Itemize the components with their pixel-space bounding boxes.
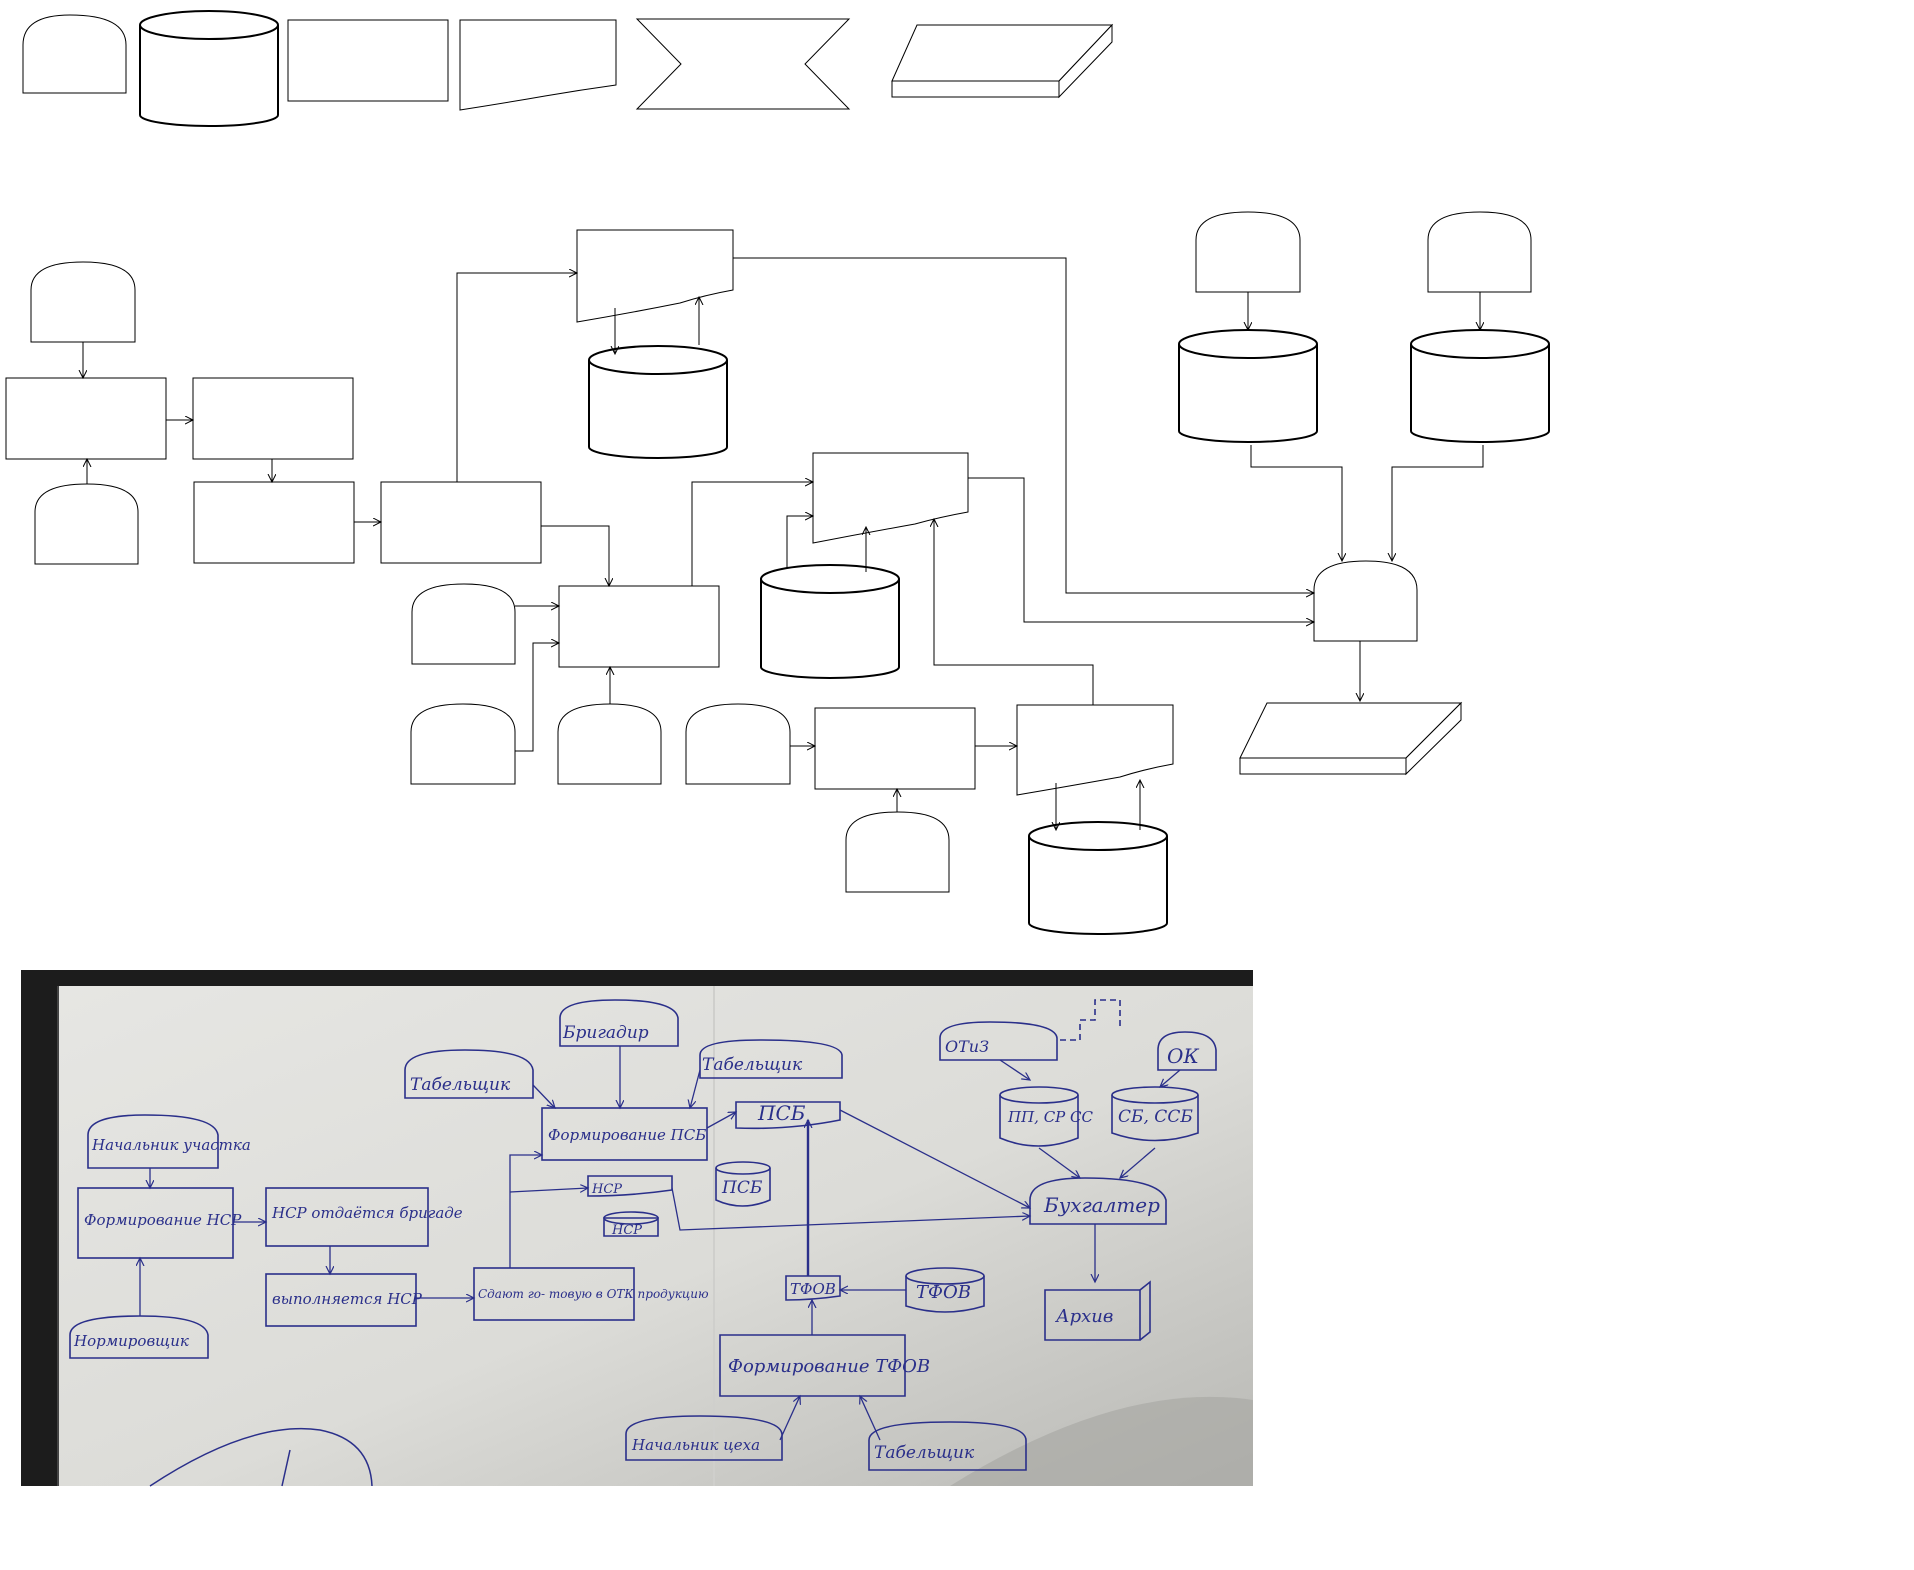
label-tabelshik-top: Табельщик bbox=[702, 1055, 803, 1075]
storage-psb bbox=[760, 564, 900, 679]
process-ncr-brigade bbox=[192, 377, 354, 460]
label-psb-store: ПСБ bbox=[721, 1178, 763, 1198]
manual-input-nachalnik-uchastka bbox=[30, 261, 136, 343]
label-ncr-store: НСР bbox=[611, 1223, 642, 1238]
main-flowchart bbox=[5, 211, 1550, 935]
storage-tfov bbox=[1028, 821, 1168, 935]
label-formirovanie-tfov: Формирование ТФОВ bbox=[728, 1356, 930, 1377]
process-formirovanie-tfov bbox=[814, 707, 976, 790]
archive-block bbox=[1239, 701, 1463, 776]
label-psb-doc: ПСБ bbox=[757, 1101, 806, 1125]
storage-cylinder-shape bbox=[139, 10, 279, 127]
document-psb bbox=[812, 452, 969, 544]
label-pp-sr: ПП, СР СС bbox=[1007, 1108, 1094, 1126]
manual-operation-shape bbox=[635, 18, 851, 110]
manual-input-brigadir bbox=[410, 703, 516, 785]
label-brigadir: Бригадир bbox=[562, 1023, 649, 1043]
manual-input-otiz bbox=[1195, 211, 1301, 293]
manual-input-tabelshik-left bbox=[411, 583, 516, 665]
label-vypolnyaetsya-ncr: выполняется НСР bbox=[272, 1290, 423, 1308]
flowchart-canvas: Бригадир Табельщик Табельщик Формировани… bbox=[5, 10, 1550, 1487]
process-vypolnyaetsya-ncr bbox=[193, 481, 355, 564]
process-sdayut-otk bbox=[380, 481, 542, 564]
label-sdayut: Сдают го- товую в ОТК продукцию bbox=[478, 1287, 709, 1301]
hand-drawing-photo: Бригадир Табельщик Табельщик Формировани… bbox=[21, 970, 1253, 1487]
label-tfov-doc: ТФОВ bbox=[790, 1280, 836, 1298]
legend-row bbox=[22, 10, 1114, 127]
manual-input-tabelshik-bottom bbox=[845, 811, 950, 893]
manual-input-tabelshik-top bbox=[557, 703, 662, 785]
document-tfov bbox=[1016, 704, 1174, 796]
process-formirovanie-ncr bbox=[5, 377, 167, 460]
manual-input-buhgalter bbox=[1313, 560, 1418, 642]
storage-pp-sr bbox=[1178, 329, 1318, 443]
label-nachalnik-ceha: Начальник цеха bbox=[631, 1436, 760, 1454]
process-formirovanie-psb bbox=[558, 585, 720, 668]
label-normirovshik: Нормировщик bbox=[73, 1332, 189, 1350]
manual-input-ok bbox=[1427, 211, 1532, 293]
label-tabelshik-left: Табельщик bbox=[410, 1075, 511, 1095]
label-arhiv: Архив bbox=[1054, 1306, 1113, 1327]
label-otiz: ОТиЗ bbox=[945, 1037, 989, 1056]
label-formirovanie-psb: Формирование ПСБ bbox=[548, 1126, 706, 1144]
label-buhgalter: Бухгалтер bbox=[1043, 1193, 1160, 1217]
process-shape bbox=[287, 19, 449, 102]
storage-sb-ssb bbox=[1410, 329, 1550, 443]
label-tfov-store: ТФОВ bbox=[916, 1282, 971, 1303]
label-ncr-doc: НСР bbox=[591, 1182, 622, 1197]
label-sb-ssb: СБ, ССБ bbox=[1118, 1107, 1193, 1127]
manual-input-shape bbox=[22, 14, 127, 94]
archive-shape bbox=[891, 23, 1114, 99]
storage-ncr bbox=[588, 345, 728, 459]
label-formirovanie-ncr: Формирование НСР bbox=[84, 1211, 242, 1229]
document-shape bbox=[459, 19, 617, 111]
manual-input-normirovshik bbox=[34, 483, 139, 565]
label-tabelshik-bottom: Табельщик bbox=[874, 1443, 975, 1463]
document-ncr bbox=[576, 229, 734, 323]
label-ncr-brigade: НСР отдаётся бригаде bbox=[271, 1204, 463, 1222]
manual-input-nachalnik-ceha bbox=[685, 703, 791, 785]
label-ok: ОК bbox=[1167, 1044, 1199, 1068]
label-nachalnik-uchastka: Начальник участка bbox=[91, 1136, 251, 1154]
